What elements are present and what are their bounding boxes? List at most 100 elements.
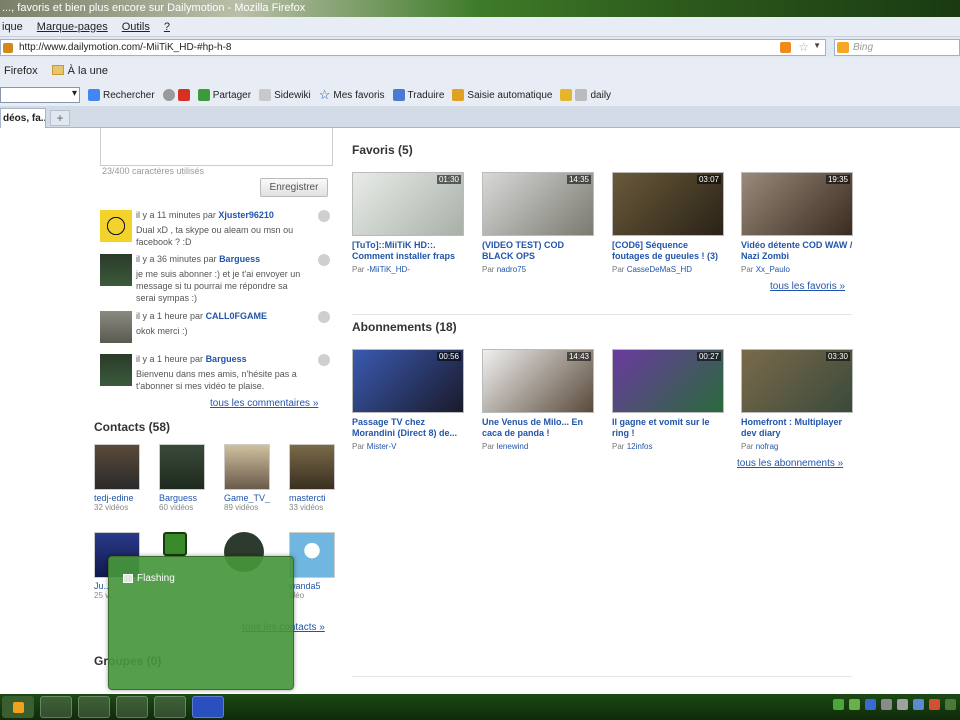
- toolbar-extra-icons[interactable]: [162, 89, 190, 101]
- contact-avatar[interactable]: [94, 444, 140, 490]
- tray-icon[interactable]: [913, 699, 924, 710]
- video-card[interactable]: 03:30 Homefront : Multiplayer dev diary …: [741, 349, 855, 451]
- video-thumbnail[interactable]: 03:07: [612, 172, 724, 236]
- menu-item-ique[interactable]: ique: [0, 21, 25, 33]
- subscriptions-title: Abonnements (18): [352, 320, 457, 334]
- contact-item[interactable]: mastercti 33 vidéos: [289, 444, 339, 512]
- tray-icon[interactable]: [945, 699, 956, 710]
- delete-comment-icon[interactable]: [318, 311, 330, 323]
- tab-active[interactable]: déos, fa...: [0, 108, 46, 128]
- video-author-link[interactable]: Mister-V: [367, 442, 397, 451]
- window-title: ..., favoris et bien plus encore sur Dai…: [2, 2, 306, 14]
- video-card[interactable]: 14:43 Une Venus de Milo... En caca de pa…: [482, 349, 596, 451]
- tray-icon[interactable]: [929, 699, 940, 710]
- video-title[interactable]: Homefront : Multiplayer dev diary: [741, 417, 855, 439]
- user-avatar[interactable]: [100, 354, 132, 386]
- contact-avatar[interactable]: [159, 444, 205, 490]
- video-card[interactable]: 00:56 Passage TV chez Morandini (Direct …: [352, 349, 466, 451]
- tray-icon[interactable]: [897, 699, 908, 710]
- comment-author-link[interactable]: CALL0FGAME: [206, 311, 268, 321]
- video-thumbnail[interactable]: 00:56: [352, 349, 464, 413]
- video-card[interactable]: 03:07 [COD6] Séquence foutages de gueule…: [612, 172, 726, 274]
- video-author-link[interactable]: lenewind: [497, 442, 529, 451]
- taskbar-app-2[interactable]: [78, 696, 110, 718]
- delete-comment-icon[interactable]: [318, 354, 330, 366]
- video-thumbnail[interactable]: 03:30: [741, 349, 853, 413]
- toolbar-rechercher[interactable]: Rechercher: [88, 89, 155, 101]
- taskbar-app-4[interactable]: [154, 696, 186, 718]
- tray-icon[interactable]: [833, 699, 844, 710]
- bookmark-firefox[interactable]: Firefox: [4, 65, 38, 77]
- toolbar-search-select[interactable]: [0, 87, 80, 103]
- new-tab-button[interactable]: +: [50, 110, 70, 126]
- toolbar-partager[interactable]: Partager: [197, 89, 251, 101]
- video-title[interactable]: Passage TV chez Morandini (Direct 8) de.…: [352, 417, 466, 439]
- video-title[interactable]: [COD6] Séquence foutages de gueules ! (3…: [612, 240, 726, 262]
- menu-item-help[interactable]: ?: [162, 21, 172, 33]
- all-subscriptions-link[interactable]: tous les abonnements »: [737, 458, 843, 469]
- toolbar-traduire[interactable]: Traduire: [392, 89, 444, 101]
- url-dropdown-icon[interactable]: ▼: [813, 41, 821, 50]
- section-divider: [352, 676, 852, 677]
- menu-item-bookmarks[interactable]: Marque-pages: [35, 21, 110, 33]
- video-card[interactable]: 00:27 Il gagne et vomit sur le ring ! Pa…: [612, 349, 726, 451]
- search-field[interactable]: Bing: [834, 39, 960, 56]
- comment-textarea[interactable]: [100, 128, 333, 166]
- video-author-link[interactable]: 12infos: [627, 442, 653, 451]
- comment-author-link[interactable]: Barguess: [206, 354, 247, 364]
- video-thumbnail[interactable]: 14:43: [482, 349, 594, 413]
- video-author-link[interactable]: -MiiTiK_HD-: [367, 265, 410, 274]
- video-thumbnail[interactable]: 19:35: [741, 172, 853, 236]
- video-thumbnail[interactable]: 00:27: [612, 349, 724, 413]
- video-title[interactable]: Il gagne et vomit sur le ring !: [612, 417, 726, 439]
- video-title[interactable]: [TuTo]::MiiTiK HD::. Comment installer f…: [352, 240, 466, 262]
- delete-comment-icon[interactable]: [318, 254, 330, 266]
- save-comment-button[interactable]: Enregistrer: [260, 178, 328, 197]
- flashing-popup-window[interactable]: Flashing: [108, 556, 294, 690]
- contact-avatar[interactable]: [289, 444, 335, 490]
- comment-author-link[interactable]: Barguess: [219, 254, 260, 264]
- video-title[interactable]: Une Venus de Milo... En caca de panda !: [482, 417, 596, 439]
- contact-item[interactable]: Barguess 60 vidéos: [159, 444, 209, 512]
- video-card[interactable]: 01:30 [TuTo]::MiiTiK HD::. Comment insta…: [352, 172, 466, 274]
- taskbar-app-1[interactable]: [40, 696, 72, 718]
- video-author-link[interactable]: Xx_Paulo: [756, 265, 790, 274]
- toolbar-saisie-auto[interactable]: Saisie automatique: [452, 89, 552, 101]
- contact-item[interactable]: wanda5 idéo: [289, 532, 339, 600]
- tray-icon[interactable]: [849, 699, 860, 710]
- contact-avatar[interactable]: [224, 444, 270, 490]
- user-avatar[interactable]: [100, 254, 132, 286]
- video-author-link[interactable]: nadro75: [497, 265, 526, 274]
- video-author-link[interactable]: nofrag: [756, 442, 779, 451]
- start-button[interactable]: [2, 696, 34, 718]
- menu-item-tools[interactable]: Outils: [120, 21, 152, 33]
- radiation-avatar[interactable]: [100, 210, 132, 242]
- toolbar-daily[interactable]: daily: [560, 89, 611, 101]
- toolbar-mes-favoris[interactable]: ☆ Mes favoris: [319, 87, 385, 103]
- bookmark-a-la-une[interactable]: À la une: [51, 65, 108, 77]
- video-thumbnail[interactable]: 14:35: [482, 172, 594, 236]
- bookmark-star-icon[interactable]: ☆: [798, 40, 809, 54]
- video-author-link[interactable]: CasseDeMaS_HD: [627, 265, 692, 274]
- tray-icon[interactable]: [881, 699, 892, 710]
- all-favorites-link[interactable]: tous les favoris »: [770, 281, 845, 292]
- comment-author-link[interactable]: Xjuster96210: [218, 210, 274, 220]
- contact-item[interactable]: Game_TV_ 89 vidéos: [224, 444, 274, 512]
- contact-avatar[interactable]: [289, 532, 335, 578]
- video-card[interactable]: 14:35 (VIDEO TEST) COD BLACK OPS Par nad…: [482, 172, 596, 274]
- toolbar-sidewiki[interactable]: Sidewiki: [259, 89, 311, 101]
- search-engine-icon[interactable]: [837, 42, 849, 53]
- delete-comment-icon[interactable]: [318, 210, 330, 222]
- user-avatar[interactable]: [100, 311, 132, 343]
- taskbar-app-3[interactable]: [116, 696, 148, 718]
- taskbar-app-5[interactable]: [192, 696, 224, 718]
- contact-item[interactable]: tedj-edine 32 vidéos: [94, 444, 144, 512]
- video-title[interactable]: Vidéo détente COD WAW / Nazi Zombi: [741, 240, 855, 262]
- video-card[interactable]: 19:35 Vidéo détente COD WAW / Nazi Zombi…: [741, 172, 855, 274]
- video-title[interactable]: (VIDEO TEST) COD BLACK OPS: [482, 240, 596, 262]
- url-field[interactable]: http://www.dailymotion.com/-MiiTiK_HD-#h…: [0, 39, 826, 56]
- tray-icon[interactable]: [865, 699, 876, 710]
- all-comments-link[interactable]: tous les commentaires »: [210, 398, 318, 409]
- video-thumbnail[interactable]: 01:30: [352, 172, 464, 236]
- rss-icon[interactable]: [780, 42, 791, 53]
